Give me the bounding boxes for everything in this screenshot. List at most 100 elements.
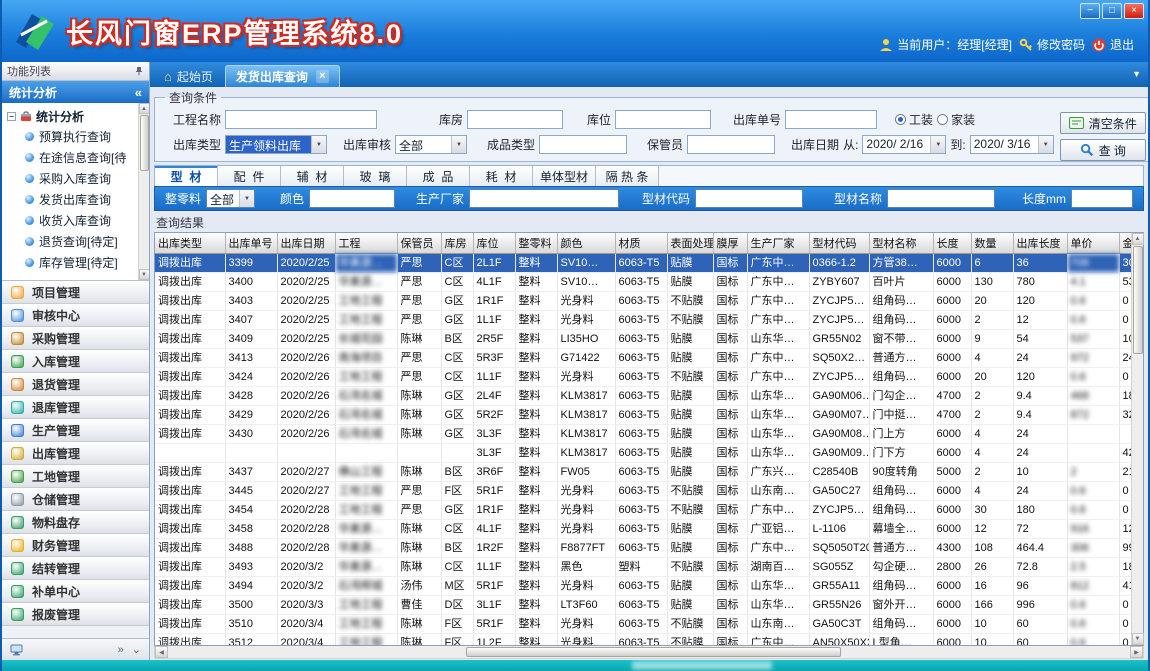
material-tab[interactable]: 配 件 [218,166,281,186]
dropdown-icon[interactable]: ▼ [451,136,466,153]
column-header[interactable]: 单价 [1067,233,1119,253]
product-type-input[interactable] [539,135,627,154]
sidebar-item-warehouse[interactable]: 仓储管理 [2,488,149,511]
tree-root-statistics[interactable]: − 统计分析 [7,106,137,126]
vertical-scrollbar[interactable]: ▲ ▼ [1131,233,1143,645]
manufacturer-input[interactable] [469,189,619,208]
sidebar-item-site[interactable]: 工地管理 [2,465,149,488]
sidebar-item-inventory[interactable]: 物料盘存 [2,511,149,534]
table-row[interactable]: 调拨出库35102020/3/4工地工程陈琳F区5R1F整料光身料6063-T5… [155,614,1131,633]
table-row[interactable]: 调拨出库35122020/3/4工地工程陈琳F区1L2F整料光身料6063-T5… [155,633,1131,645]
length-input[interactable] [1071,189,1133,208]
tab-home[interactable]: ⌂起始页 [154,65,223,87]
column-header[interactable]: 型材名称 [869,233,933,253]
table-row[interactable]: 调拨出库34002020/2/25华美源…严思C区4L1F整料SV10…6063… [155,272,1131,291]
close-tab-icon[interactable]: × [316,70,329,83]
column-header[interactable]: 保管员 [397,233,441,253]
column-header[interactable]: 表面处理 [667,233,713,253]
tree-scroll-thumb[interactable] [140,115,149,171]
table-viewport[interactable]: 出库类型出库单号出库日期工程保管员库房库位整零料颜色材质表面处理膜厚生产厂家型材… [155,233,1131,645]
radio-home[interactable]: 家装 [937,111,975,128]
material-tab[interactable]: 玻 璃 [344,166,407,186]
sidebar-item-return-goods[interactable]: 退货管理 [2,373,149,396]
table-row[interactable]: 调拨出库34242020/2/26工地工程严思C区1L1F整料光身料6063-T… [155,367,1131,386]
sidebar-item-production[interactable]: 生产管理 [2,419,149,442]
column-header[interactable]: 长度 [933,233,971,253]
table-row[interactable]: 调拨出库34282020/2/26石湾名城陈琳G区2L4F整料KLM381760… [155,386,1131,405]
profile-code-input[interactable] [695,189,803,208]
column-header[interactable]: 颜色 [557,233,615,253]
column-header[interactable]: 库房 [441,233,473,253]
change-password-button[interactable]: 修改密码 [1019,36,1085,53]
keeper-input[interactable] [687,135,775,154]
table-row[interactable]: 调拨出库34302020/2/26石湾名城陈琳G区3L3F整料KLM381760… [155,424,1131,443]
table-row[interactable]: 调拨出库34132020/2/26南海项目严思C区5R3F整料G71422606… [155,348,1131,367]
column-header[interactable]: 金 [1119,233,1131,253]
tree-item[interactable]: 发货出库查询 [7,189,137,210]
scroll-right-icon[interactable]: ▶ [1130,646,1143,658]
column-header[interactable]: 整零料 [515,233,557,253]
tree-scroll-up-icon[interactable]: ▲ [139,103,150,114]
sidebar-item-scrap[interactable]: 报废管理 [2,603,149,626]
tab-shipment-query[interactable]: 发货出库查询× [225,65,340,87]
column-header[interactable]: 生产厂家 [747,233,809,253]
table-row[interactable]: 调拨出库33992020/2/25华美源…严思C区2L1F整料SV10…6063… [155,253,1131,272]
computer-icon[interactable] [10,644,23,656]
material-tab[interactable]: 辅 材 [281,166,344,186]
logout-button[interactable]: 退出 [1092,36,1134,53]
tab-list-caret-icon[interactable]: ▼ [1132,69,1141,79]
maximize-button[interactable]: □ [1102,3,1122,19]
sidebar-item-audit[interactable]: 审核中心 [2,304,149,327]
table-row[interactable]: 调拨出库34542020/2/28工地工程严思G区1R1F整料光身料6063-T… [155,500,1131,519]
sidebar-item-carryover[interactable]: 结转管理 [2,557,149,580]
table-row[interactable]: 调拨出库34882020/2/28华美源…陈琳B区1R2F整料F8877FT60… [155,538,1131,557]
dropdown-icon[interactable]: ▼ [239,190,254,207]
sidebar-item-finance[interactable]: 财务管理 [2,534,149,557]
search-button[interactable]: 查 询 [1060,139,1146,161]
column-header[interactable]: 型材代码 [809,233,869,253]
tree-item[interactable]: 收货入库查询 [7,210,137,231]
material-tab[interactable]: 单体型材 [533,166,596,186]
table-row[interactable]: 调拨出库34582020/2/28华美源…陈琳C区4L1F整料光身料6063-T… [155,519,1131,538]
project-name-input[interactable] [225,110,377,129]
sidebar-item-outbound[interactable]: 出库管理 [2,442,149,465]
table-row[interactable]: 调拨出库34292020/2/26石湾名城陈琳G区5R2F整料KLM381760… [155,405,1131,424]
column-header[interactable]: 出库长度 [1013,233,1067,253]
column-header[interactable]: 出库单号 [225,233,277,253]
material-tab[interactable]: 型 材 [155,166,218,186]
dropdown-icon[interactable]: ▼ [1038,136,1053,153]
sidebar-item-inbound[interactable]: 入库管理 [2,350,149,373]
tree-scrollbar[interactable]: ▲ ▼ [138,103,149,280]
material-tab[interactable]: 成 品 [407,166,470,186]
table-row[interactable]: 调拨出库34092020/2/25长城花园陈琳B区2R5F整料LI35HO606… [155,329,1131,348]
tree-item[interactable]: 预算执行查询 [7,126,137,147]
column-header[interactable]: 材质 [615,233,667,253]
tree-item[interactable]: 退货查询[待定] [7,231,137,252]
column-header[interactable]: 库位 [473,233,515,253]
table-row[interactable]: 3L3F整料KLM38176063-T5贴膜国标山东华…GA90M09…门下方6… [155,443,1131,462]
close-button[interactable]: × [1124,3,1144,19]
sidebar-item-project[interactable]: 项目管理 [2,281,149,304]
minimize-button[interactable]: − [1080,3,1100,19]
horizontal-scrollbar[interactable]: ◀ ▶ [154,646,1144,659]
table-row[interactable]: 调拨出库34452020/2/27工地工程严思F区5R1F整料光身料6063-T… [155,481,1131,500]
warehouse-input[interactable] [467,110,563,129]
order-no-input[interactable] [785,110,877,129]
sidebar-item-reorder[interactable]: 补单中心 [2,580,149,603]
date-to-picker[interactable]: 2020/ 3/16 ▼ [970,135,1054,154]
table-row[interactable]: 调拨出库34072020/2/25工地工程严思G区1L1F整料光身料6063-T… [155,310,1131,329]
location-input[interactable] [615,110,711,129]
tree-scroll-down-icon[interactable]: ▼ [139,269,150,280]
column-header[interactable]: 工程 [335,233,397,253]
profile-name-input[interactable] [887,189,995,208]
collapse-icon[interactable]: « [135,85,142,100]
out-type-select[interactable]: 生产领料出库 ▼ [225,135,327,154]
sidebar-item-purchase[interactable]: 采购管理 [2,327,149,350]
horizontal-scroll-thumb[interactable] [466,647,841,657]
table-row[interactable]: 调拨出库35002020/3/3工地工程曹佳D区3L1F整料LT3F606063… [155,595,1131,614]
column-header[interactable]: 出库类型 [155,233,225,253]
vertical-scroll-thumb[interactable] [1133,246,1143,354]
material-tab[interactable]: 耗 材 [470,166,533,186]
table-row[interactable]: 调拨出库34942020/3/2石湾辉城汤伟M区5R1F整料光身料6063-T5… [155,576,1131,595]
column-header[interactable]: 膜厚 [713,233,747,253]
